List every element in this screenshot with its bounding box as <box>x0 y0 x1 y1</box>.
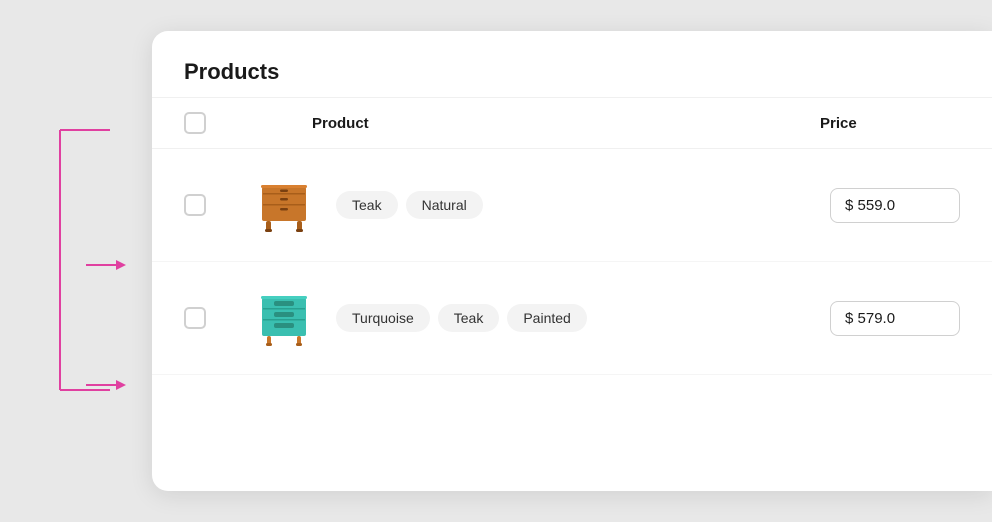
row1-tags: Teak Natural <box>336 191 830 219</box>
header-price-col: Price <box>820 115 960 132</box>
table-header: Product Price <box>152 98 992 149</box>
table-row: Turquoise Teak Painted $ 579.0 <box>152 262 992 375</box>
row2-price: $ 579.0 <box>830 301 960 336</box>
row2-product-image <box>248 282 320 354</box>
row1-product-image <box>248 169 320 241</box>
tag-natural: Natural <box>406 191 483 219</box>
row1-checkbox-col <box>184 194 232 216</box>
header-checkbox-col <box>184 112 232 134</box>
row2-checkbox-col <box>184 307 232 329</box>
row1-checkbox[interactable] <box>184 194 206 216</box>
tag-turquoise: Turquoise <box>336 304 430 332</box>
card-title: Products <box>184 59 279 84</box>
products-card: Products Product Price <box>152 31 992 491</box>
header-product-col: Product <box>232 115 820 132</box>
tag-painted: Painted <box>507 304 586 332</box>
header-checkbox[interactable] <box>184 112 206 134</box>
table-row: Teak Natural $ 559.0 <box>152 149 992 262</box>
annotation-layer <box>0 0 160 460</box>
tag-teak: Teak <box>336 191 398 219</box>
card-header: Products <box>152 31 992 98</box>
tag-teak2: Teak <box>438 304 500 332</box>
row1-price: $ 559.0 <box>830 188 960 223</box>
row2-checkbox[interactable] <box>184 307 206 329</box>
row2-tags: Turquoise Teak Painted <box>336 304 830 332</box>
